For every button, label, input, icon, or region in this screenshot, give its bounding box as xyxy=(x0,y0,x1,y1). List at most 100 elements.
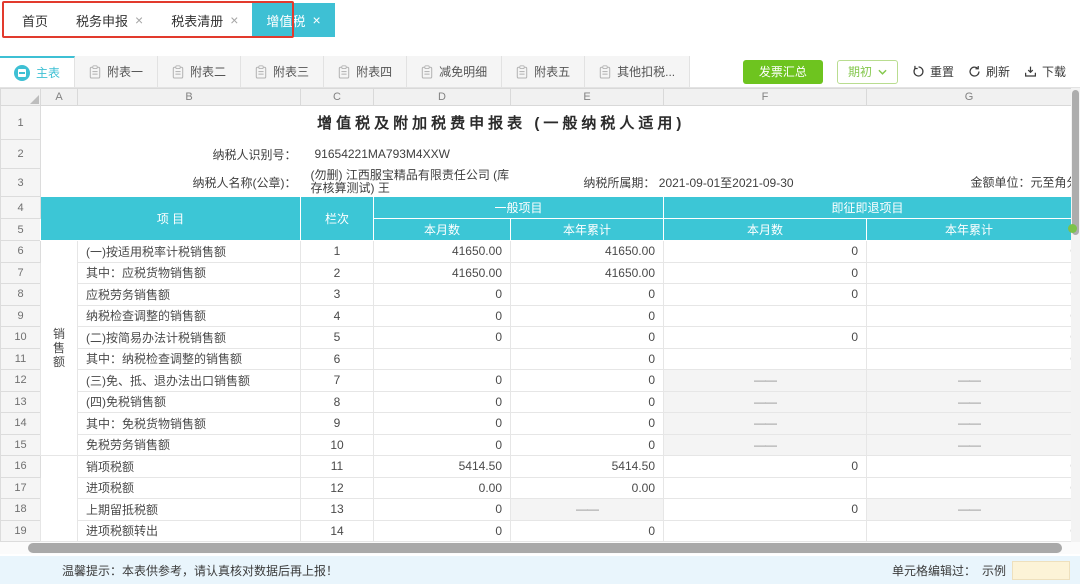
row-number[interactable]: 15 xyxy=(1,434,41,456)
row-number[interactable]: 14 xyxy=(1,413,41,435)
value-cell[interactable]: 0 xyxy=(374,284,511,306)
horizontal-scrollbar[interactable] xyxy=(0,542,1080,554)
column-letter[interactable]: A xyxy=(41,89,78,106)
value-cell[interactable] xyxy=(664,348,867,370)
value-cell[interactable]: 0 xyxy=(664,262,867,284)
value-cell[interactable]: 0 xyxy=(511,434,664,456)
taxpayer-id-label[interactable]: 纳税人识别号： xyxy=(41,140,301,169)
column-letter[interactable]: C xyxy=(301,89,374,106)
value-cell[interactable]: 0 xyxy=(374,434,511,456)
value-cell[interactable] xyxy=(374,348,511,370)
group-cell[interactable]: 销 售 额 xyxy=(41,241,78,456)
subtab[interactable]: 附表一 xyxy=(75,56,158,87)
vertical-scrollbar-thumb[interactable] xyxy=(1072,90,1079,235)
value-cell[interactable]: 0 xyxy=(867,520,1072,542)
item-cell[interactable]: 上期留抵税额 xyxy=(78,499,301,521)
sheet-title[interactable]: 增值税及附加税费申报表 (一般纳税人适用) xyxy=(41,106,1072,140)
value-cell[interactable]: 0 xyxy=(374,305,511,327)
value-cell[interactable]: 5414.50 xyxy=(374,456,511,478)
item-cell[interactable]: (二)按简易办法计税销售额 xyxy=(78,327,301,349)
value-cell[interactable]: 0 xyxy=(511,391,664,413)
taxpayer-name-value[interactable]: (勿删) 江西服宝精品有限责任公司 (库存核算测试) 王 xyxy=(301,169,511,197)
value-cell[interactable]: 0 xyxy=(664,241,867,263)
horizontal-scrollbar-thumb[interactable] xyxy=(28,543,1062,553)
value-cell[interactable]: 0 xyxy=(664,456,867,478)
download-button[interactable]: 下载 xyxy=(1024,63,1066,80)
row-number[interactable]: 17 xyxy=(1,477,41,499)
value-cell[interactable]: —— xyxy=(867,391,1072,413)
value-cell[interactable]: —— xyxy=(867,499,1072,521)
value-cell[interactable]: 0 xyxy=(867,456,1072,478)
value-cell[interactable]: —— xyxy=(664,413,867,435)
value-cell[interactable]: 41650.00 xyxy=(374,262,511,284)
subtab[interactable]: 附表五 xyxy=(502,56,585,87)
row-number[interactable]: 2 xyxy=(1,140,41,169)
item-cell[interactable]: (四)免税销售额 xyxy=(78,391,301,413)
subtab[interactable]: 附表四 xyxy=(324,56,407,87)
empty-cell[interactable] xyxy=(664,140,1072,169)
column-letter[interactable]: D xyxy=(374,89,511,106)
close-icon[interactable]: × xyxy=(230,13,238,27)
close-icon[interactable]: × xyxy=(135,13,143,27)
column-letter[interactable]: B xyxy=(78,89,301,106)
column-letter[interactable]: G xyxy=(867,89,1072,106)
value-cell[interactable]: —— xyxy=(867,370,1072,392)
value-cell[interactable]: 0 xyxy=(664,327,867,349)
item-cell[interactable]: 其中：应税货物销售额 xyxy=(78,262,301,284)
taxpayer-id-value[interactable]: 91654221MA793M4XXW xyxy=(301,140,664,169)
top-tab[interactable]: 首页 xyxy=(8,3,62,37)
lineno-cell[interactable]: 6 xyxy=(301,348,374,370)
row-number[interactable]: 18 xyxy=(1,499,41,521)
row-number[interactable]: 16 xyxy=(1,456,41,478)
row-number[interactable]: 13 xyxy=(1,391,41,413)
subtab[interactable]: 附表三 xyxy=(241,56,324,87)
value-cell[interactable] xyxy=(664,520,867,542)
row-number[interactable]: 12 xyxy=(1,370,41,392)
value-cell[interactable]: 0.00 xyxy=(374,477,511,499)
top-tab[interactable]: 税表清册 × xyxy=(157,3,252,37)
item-cell[interactable]: (一)按适用税率计税销售额 xyxy=(78,241,301,263)
value-cell[interactable] xyxy=(664,477,867,499)
lineno-cell[interactable]: 11 xyxy=(301,456,374,478)
lineno-cell[interactable]: 1 xyxy=(301,241,374,263)
row-number[interactable]: 6 xyxy=(1,241,41,263)
lineno-cell[interactable]: 14 xyxy=(301,520,374,542)
row-number[interactable]: 1 xyxy=(1,106,41,140)
top-tab[interactable]: 税务申报 × xyxy=(62,3,157,37)
value-cell[interactable]: —— xyxy=(664,370,867,392)
column-letter[interactable]: E xyxy=(511,89,664,106)
value-cell[interactable]: —— xyxy=(867,434,1072,456)
value-cell[interactable]: 0 xyxy=(867,477,1072,499)
item-cell[interactable]: (三)免、抵、退办法出口销售额 xyxy=(78,370,301,392)
row-number[interactable]: 10 xyxy=(1,327,41,349)
vertical-scrollbar[interactable] xyxy=(1071,88,1080,542)
value-cell[interactable]: 0 xyxy=(511,348,664,370)
lineno-cell[interactable]: 13 xyxy=(301,499,374,521)
value-cell[interactable]: 0 xyxy=(374,327,511,349)
invoice-summary-button[interactable]: 发票汇总 xyxy=(743,60,823,84)
value-cell[interactable]: 0 xyxy=(511,520,664,542)
item-cell[interactable]: 进项税额转出 xyxy=(78,520,301,542)
value-cell[interactable]: 0 xyxy=(374,520,511,542)
lineno-cell[interactable]: 5 xyxy=(301,327,374,349)
column-letter[interactable]: F xyxy=(664,89,867,106)
item-cell[interactable]: 其中：纳税检查调整的销售额 xyxy=(78,348,301,370)
value-cell[interactable]: —— xyxy=(664,434,867,456)
subtab[interactable]: 附表二 xyxy=(158,56,241,87)
row-number[interactable]: 9 xyxy=(1,305,41,327)
value-cell[interactable]: 0 xyxy=(867,284,1072,306)
subtab[interactable]: 减免明细 xyxy=(407,56,502,87)
top-tab[interactable]: 增值税 × xyxy=(252,3,334,37)
lineno-cell[interactable]: 7 xyxy=(301,370,374,392)
reset-button[interactable]: 重置 xyxy=(912,63,954,80)
item-cell[interactable]: 免税劳务销售额 xyxy=(78,434,301,456)
value-cell[interactable]: 41650.00 xyxy=(511,241,664,263)
lineno-cell[interactable]: 4 xyxy=(301,305,374,327)
value-cell[interactable]: 0 xyxy=(867,241,1072,263)
lineno-cell[interactable]: 8 xyxy=(301,391,374,413)
value-cell[interactable]: 0 xyxy=(867,348,1072,370)
row-number[interactable]: 7 xyxy=(1,262,41,284)
lineno-cell[interactable]: 12 xyxy=(301,477,374,499)
refresh-button[interactable]: 刷新 xyxy=(968,63,1010,80)
taxpayer-name-label[interactable]: 纳税人名称(公章)： xyxy=(41,169,301,197)
